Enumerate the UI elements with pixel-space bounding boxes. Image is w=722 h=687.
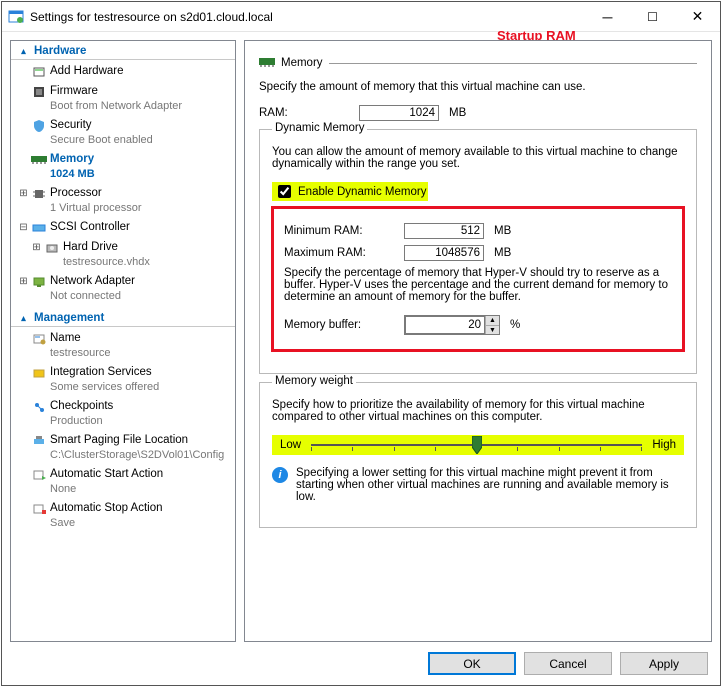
memory-weight-slider[interactable] bbox=[311, 437, 642, 453]
min-ram-input[interactable] bbox=[404, 223, 484, 239]
buffer-label: Memory buffer: bbox=[284, 319, 394, 331]
memory-icon bbox=[30, 152, 48, 168]
name-icon bbox=[30, 331, 48, 347]
dynamic-memory-group: Dynamic Memory You can allow the amount … bbox=[259, 129, 697, 374]
min-ram-unit: MB bbox=[494, 225, 511, 237]
dynamic-memory-desc: You can allow the amount of memory avail… bbox=[272, 146, 684, 170]
tree-firmware[interactable]: FirmwareBoot from Network Adapter bbox=[11, 82, 235, 116]
buffer-unit: % bbox=[510, 319, 520, 331]
maximize-button[interactable]: ☐ bbox=[630, 2, 675, 32]
settings-detail-pane: Memory Specify the amount of memory that… bbox=[244, 40, 712, 642]
max-ram-input[interactable] bbox=[404, 245, 484, 261]
info-icon: i bbox=[272, 467, 288, 483]
chevron-up-icon: ▴ bbox=[17, 46, 30, 57]
buffer-input[interactable] bbox=[405, 316, 485, 334]
hard-drive-icon bbox=[43, 240, 61, 256]
tree-hard-drive[interactable]: ⊞ Hard Drivetestresource.vhdx bbox=[11, 238, 235, 272]
chevron-up-icon: ▴ bbox=[17, 313, 30, 324]
tree-network-adapter[interactable]: ⊞ Network AdapterNot connected bbox=[11, 272, 235, 306]
tree-auto-stop[interactable]: Automatic Stop ActionSave bbox=[11, 499, 235, 533]
shield-icon bbox=[30, 118, 48, 134]
dialog-footer: OK Cancel Apply bbox=[2, 642, 720, 685]
spin-up-icon[interactable]: ▲ bbox=[485, 316, 499, 325]
section-title: Memory bbox=[281, 57, 323, 69]
tree-scsi-controller[interactable]: ⊟ SCSI Controller bbox=[11, 218, 235, 238]
section-management[interactable]: ▴ Management bbox=[11, 310, 235, 327]
minimize-button[interactable]: ─ bbox=[585, 2, 630, 32]
cancel-button[interactable]: Cancel bbox=[524, 652, 612, 675]
integration-icon bbox=[30, 365, 48, 381]
close-button[interactable]: ✕ bbox=[675, 2, 720, 32]
memory-icon bbox=[259, 55, 275, 71]
settings-tree[interactable]: ▴ Hardware Add Hardware FirmwareBoot fro… bbox=[10, 40, 236, 642]
max-ram-label: Maximum RAM: bbox=[284, 247, 394, 259]
buffer-desc: Specify the percentage of memory that Hy… bbox=[284, 267, 672, 303]
section-hardware-label: Hardware bbox=[34, 45, 86, 57]
ram-input[interactable] bbox=[359, 105, 439, 121]
scsi-icon bbox=[30, 220, 48, 236]
min-ram-label: Minimum RAM: bbox=[284, 225, 394, 237]
dynamic-memory-highlight-box: Minimum RAM: MB Maximum RAM: MB Specify … bbox=[272, 207, 684, 351]
tree-security[interactable]: SecuritySecure Boot enabled bbox=[11, 116, 235, 150]
ok-button[interactable]: OK bbox=[428, 652, 516, 675]
expand-icon[interactable]: ⊞ bbox=[17, 186, 30, 201]
auto-start-icon bbox=[30, 467, 48, 483]
dynamic-memory-legend: Dynamic Memory bbox=[272, 122, 367, 134]
slider-thumb[interactable] bbox=[472, 436, 482, 454]
network-adapter-icon bbox=[30, 274, 48, 290]
section-hardware[interactable]: ▴ Hardware bbox=[11, 43, 235, 60]
memory-intro: Specify the amount of memory that this v… bbox=[259, 81, 697, 93]
apply-button[interactable]: Apply bbox=[620, 652, 708, 675]
add-hardware-icon bbox=[30, 64, 48, 80]
tree-checkpoints[interactable]: CheckpointsProduction bbox=[11, 397, 235, 431]
slider-high-label: High bbox=[652, 439, 676, 451]
auto-stop-icon bbox=[30, 501, 48, 517]
processor-icon bbox=[30, 186, 48, 202]
slider-low-label: Low bbox=[280, 439, 301, 451]
expand-icon[interactable]: ⊞ bbox=[17, 274, 30, 289]
checkpoints-icon bbox=[30, 399, 48, 415]
tree-processor[interactable]: ⊞ Processor1 Virtual processor bbox=[11, 184, 235, 218]
collapse-icon[interactable]: ⊟ bbox=[17, 220, 30, 235]
ram-unit: MB bbox=[449, 107, 466, 119]
memory-weight-info: Specifying a lower setting for this virt… bbox=[296, 467, 684, 503]
firmware-icon bbox=[30, 84, 48, 100]
enable-dynamic-memory-input[interactable] bbox=[278, 185, 291, 198]
tree-auto-start[interactable]: Automatic Start ActionNone bbox=[11, 465, 235, 499]
tree-add-hardware[interactable]: Add Hardware bbox=[11, 62, 235, 82]
ram-label: RAM: bbox=[259, 107, 349, 119]
window-titlebar: Settings for testresource on s2d01.cloud… bbox=[2, 2, 720, 32]
tree-smart-paging[interactable]: Smart Paging File LocationC:\ClusterStor… bbox=[11, 431, 235, 465]
smart-paging-icon bbox=[30, 433, 48, 449]
memory-weight-legend: Memory weight bbox=[272, 375, 356, 387]
buffer-spinner[interactable]: ▲ ▼ bbox=[404, 315, 500, 335]
section-management-label: Management bbox=[34, 312, 104, 324]
enable-dynamic-memory-checkbox[interactable]: Enable Dynamic Memory bbox=[274, 182, 426, 201]
tree-name[interactable]: Nametestresource bbox=[11, 329, 235, 363]
app-icon bbox=[8, 9, 24, 25]
memory-weight-desc: Specify how to prioritize the availabili… bbox=[272, 399, 684, 423]
window-title: Settings for testresource on s2d01.cloud… bbox=[30, 10, 585, 24]
expand-icon[interactable]: ⊞ bbox=[30, 240, 43, 255]
tree-integration-services[interactable]: Integration ServicesSome services offere… bbox=[11, 363, 235, 397]
max-ram-unit: MB bbox=[494, 247, 511, 259]
tree-memory[interactable]: Memory1024 MB bbox=[11, 150, 235, 184]
spin-down-icon[interactable]: ▼ bbox=[485, 325, 499, 334]
memory-weight-group: Memory weight Specify how to prioritize … bbox=[259, 382, 697, 528]
